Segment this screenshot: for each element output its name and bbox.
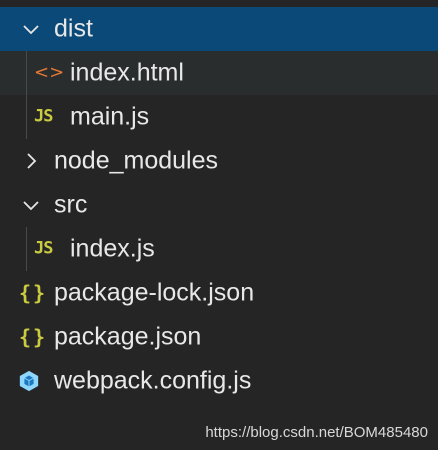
file-label: package-lock.json xyxy=(54,278,255,307)
file-label: webpack.config.js xyxy=(54,366,252,395)
file-package-json[interactable]: {} package.json xyxy=(0,315,438,359)
file-package-lock-json[interactable]: {} package-lock.json xyxy=(0,271,438,315)
js-file-icon: JS xyxy=(34,238,54,259)
chevron-down-icon[interactable] xyxy=(22,20,40,38)
json-file-icon: {} xyxy=(19,281,48,305)
folder-node-modules[interactable]: node_modules xyxy=(0,139,438,183)
webpack-icon xyxy=(18,370,40,392)
indent-guide xyxy=(26,95,27,139)
folder-src[interactable]: src xyxy=(0,183,438,227)
watermark-text: https://blog.csdn.net/BOM485480 xyxy=(205,424,428,441)
file-webpack-config-js[interactable]: webpack.config.js xyxy=(0,359,438,403)
folder-label: src xyxy=(54,190,88,219)
js-file-icon: JS xyxy=(34,106,54,127)
chevron-right-icon[interactable] xyxy=(22,152,40,170)
file-label: package.json xyxy=(54,322,202,351)
html-file-icon: <> xyxy=(34,62,65,83)
folder-label: dist xyxy=(54,14,93,43)
file-main-js[interactable]: JS main.js xyxy=(0,95,438,139)
file-label: index.js xyxy=(70,234,155,263)
indent-guide xyxy=(26,227,27,271)
indent-guide xyxy=(26,51,27,95)
json-file-icon: {} xyxy=(19,325,48,349)
folder-label: node_modules xyxy=(54,146,219,175)
chevron-down-icon[interactable] xyxy=(22,196,40,214)
file-label: main.js xyxy=(70,102,150,131)
file-index-html[interactable]: <> index.html xyxy=(0,51,438,95)
folder-dist[interactable]: dist xyxy=(0,7,438,51)
file-index-js[interactable]: JS index.js xyxy=(0,227,438,271)
file-label: index.html xyxy=(70,58,184,87)
file-explorer: dist <> index.html JS main.js node_modul… xyxy=(0,7,438,403)
